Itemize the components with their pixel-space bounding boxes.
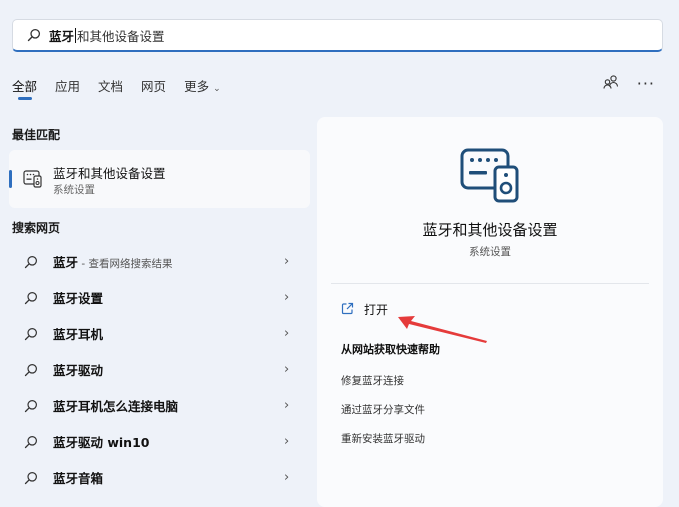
chevron-right-icon: › bbox=[284, 397, 290, 413]
search-icon bbox=[24, 290, 38, 309]
web-result-label: 蓝牙音箱 bbox=[53, 470, 104, 486]
chevron-down-icon: ⌄ bbox=[213, 84, 221, 94]
detail-subtitle: 系统设置 bbox=[469, 246, 511, 258]
tab-more-label: 更多 bbox=[184, 79, 210, 94]
chevron-right-icon: › bbox=[284, 361, 290, 377]
open-label: 打开 bbox=[364, 303, 389, 317]
tab-documents[interactable]: 文档 bbox=[98, 76, 123, 95]
help-link-reinstall-driver[interactable]: 重新安装蓝牙驱动 bbox=[341, 431, 425, 446]
chevron-right-icon: › bbox=[284, 469, 290, 485]
tab-apps[interactable]: 应用 bbox=[55, 76, 80, 95]
selection-indicator bbox=[9, 170, 12, 188]
tab-all[interactable]: 全部 bbox=[12, 76, 37, 100]
web-result-item[interactable]: 蓝牙音箱 › bbox=[12, 459, 310, 495]
detail-title: 蓝牙和其他设备设置 bbox=[422, 221, 558, 239]
best-match-subtitle: 系统设置 bbox=[53, 184, 95, 196]
best-match-title: 蓝牙和其他设备设置 bbox=[53, 166, 166, 181]
web-result-label: 蓝牙设置 bbox=[53, 290, 104, 306]
open-external-icon bbox=[341, 302, 354, 318]
web-result-label: 蓝牙驱动 bbox=[53, 362, 104, 378]
chevron-right-icon: › bbox=[284, 325, 290, 341]
search-typed-text: 蓝牙 bbox=[49, 28, 75, 44]
search-icon bbox=[24, 434, 38, 453]
annotation-arrow bbox=[398, 316, 487, 343]
devices-settings-icon bbox=[459, 147, 521, 207]
more-options-button[interactable]: ··· bbox=[637, 76, 655, 92]
web-result-label: 蓝牙耳机怎么连接电脑 bbox=[53, 398, 179, 414]
open-action[interactable]: 打开 bbox=[341, 301, 388, 318]
divider bbox=[331, 283, 649, 284]
search-icon bbox=[27, 27, 43, 43]
web-result-query: 蓝牙 bbox=[53, 254, 79, 270]
web-result-item[interactable]: 蓝牙耳机 › bbox=[12, 315, 310, 351]
search-icon bbox=[24, 398, 38, 417]
search-icon bbox=[24, 470, 38, 489]
web-result-item[interactable]: 蓝牙 - 查看网络搜索结果 › bbox=[12, 243, 310, 279]
chevron-right-icon: › bbox=[284, 433, 290, 449]
web-search-heading: 搜索网页 bbox=[12, 221, 61, 235]
search-icon bbox=[24, 362, 38, 381]
search-icon bbox=[24, 254, 38, 273]
web-result-item[interactable]: 蓝牙设置 › bbox=[12, 279, 310, 315]
web-result-label: 蓝牙 - 查看网络搜索结果 bbox=[53, 252, 172, 271]
tab-web[interactable]: 网页 bbox=[141, 76, 166, 95]
web-result-suffix: - 查看网络搜索结果 bbox=[78, 257, 173, 270]
filter-tabs: 全部 应用 文档 网页 更多 ⌄ bbox=[12, 76, 239, 100]
devices-settings-icon bbox=[23, 170, 43, 192]
search-query: 蓝牙 和其他设备设置 bbox=[49, 26, 165, 45]
web-result-label: 蓝牙耳机 bbox=[53, 326, 104, 342]
web-result-item[interactable]: 蓝牙耳机怎么连接电脑 › bbox=[12, 387, 310, 423]
detail-panel: 蓝牙和其他设备设置 系统设置 打开 从网站获取快速帮助 修复蓝牙连接 通过蓝牙分… bbox=[317, 117, 663, 507]
help-link-share-files[interactable]: 通过蓝牙分享文件 bbox=[341, 402, 425, 417]
search-autocomplete-text: 和其他设备设置 bbox=[77, 28, 165, 44]
search-icon bbox=[24, 326, 38, 345]
best-match-heading: 最佳匹配 bbox=[12, 128, 61, 142]
web-result-item[interactable]: 蓝牙驱动 win10 › bbox=[12, 423, 310, 459]
web-result-label: 蓝牙驱动 win10 bbox=[53, 434, 150, 450]
account-switch-icon[interactable] bbox=[603, 74, 619, 94]
tab-more[interactable]: 更多 ⌄ bbox=[184, 76, 221, 95]
chevron-right-icon: › bbox=[284, 253, 290, 269]
best-match-card[interactable]: 蓝牙和其他设备设置 系统设置 bbox=[9, 150, 310, 208]
text-caret bbox=[75, 27, 77, 43]
top-right-actions: ··· bbox=[603, 74, 655, 94]
search-input[interactable]: 蓝牙 和其他设备设置 bbox=[12, 19, 663, 52]
help-link-repair-bluetooth[interactable]: 修复蓝牙连接 bbox=[341, 373, 404, 388]
web-result-item[interactable]: 蓝牙驱动 › bbox=[12, 351, 310, 387]
chevron-right-icon: › bbox=[284, 289, 290, 305]
